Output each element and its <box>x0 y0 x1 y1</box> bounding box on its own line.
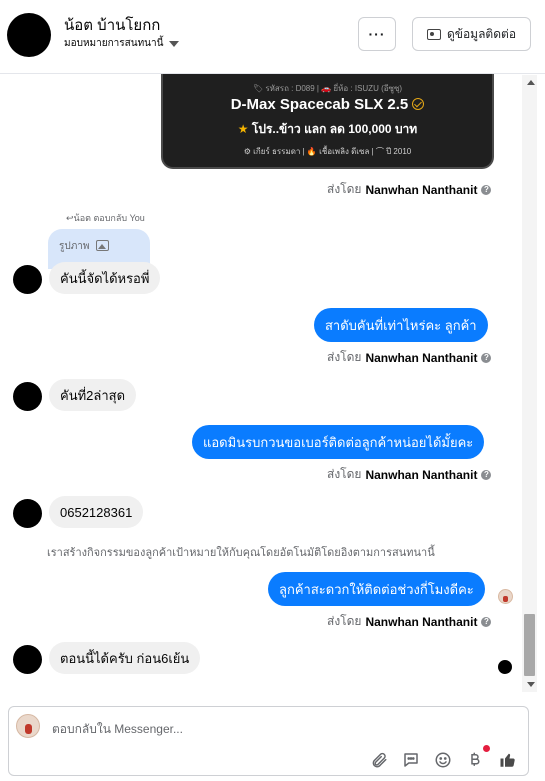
contact-avatar-small[interactable] <box>13 645 42 674</box>
sent-by-prefix: ส่งโดย <box>327 182 362 196</box>
reply-input[interactable]: ตอบกลับใน Messenger... <box>52 720 183 739</box>
sent-by-prefix: ส่งโดย <box>327 614 362 628</box>
info-icon[interactable]: ? <box>481 184 492 195</box>
conversation-header: น้อต บ้านโยกก มอบหมายการสนทนานี้ ··· ดูข… <box>0 0 545 74</box>
page-avatar <box>16 714 40 738</box>
incoming-message[interactable]: ตอนนี้ได้ครับ ก่อน6เย้น <box>49 642 201 674</box>
reply-label-text: น้อต ตอบกลับ You <box>73 213 145 223</box>
star-icon: ★ <box>237 122 249 136</box>
contact-avatar-small[interactable] <box>13 265 42 294</box>
contact-info-label: ดูข้อมูลติดต่อ <box>446 26 517 41</box>
car-specs: ⚙ เกียร์ ธรรมดา | 🔥 เชื้อเพลิง ดีเซล | ⌒… <box>243 147 412 156</box>
notification-dot <box>483 745 490 752</box>
emoji-icon[interactable] <box>433 750 453 770</box>
reply-arrow-icon: ↩ <box>66 213 74 223</box>
scrollbar-thumb[interactable] <box>524 614 535 676</box>
contact-avatar-small[interactable] <box>13 382 42 411</box>
more-label: ··· <box>368 26 386 42</box>
sent-by-line: ส่งโดย Nanwhan Nanthanit ? <box>327 465 492 484</box>
verified-check-icon <box>412 98 425 110</box>
incoming-message[interactable]: 0652128361 <box>49 496 144 528</box>
outgoing-message[interactable]: ลูกค้าสะดวกให้ติดต่อช่วงกี่โมงดีคะ <box>268 572 485 606</box>
seen-avatar <box>498 589 513 604</box>
contact-avatar-small[interactable] <box>13 499 42 528</box>
scroll-down-arrow-icon[interactable] <box>527 682 535 687</box>
contact-avatar[interactable] <box>7 13 51 57</box>
view-contact-info-button[interactable]: ดูข้อมูลติดต่อ <box>412 17 531 51</box>
contact-name[interactable]: น้อต บ้านโยกก <box>64 13 160 37</box>
attachment-icon[interactable] <box>369 750 389 770</box>
incoming-message[interactable]: คันที่2ล่าสุด <box>49 379 137 411</box>
like-thumbs-up-icon[interactable] <box>498 750 518 770</box>
contact-card-icon <box>426 28 441 40</box>
message-composer[interactable]: ตอบกลับใน Messenger... <box>8 706 529 776</box>
chat-scrollbar[interactable] <box>522 75 537 692</box>
system-activity-note: เราสร้างกิจกรรมของลูกค้าเป้าหมายให้กับคุ… <box>47 547 435 559</box>
sent-by-prefix: ส่งโดย <box>327 350 362 364</box>
assign-conversation-dropdown[interactable]: มอบหมายการสนทนานี้ <box>64 36 180 51</box>
image-icon <box>95 240 109 251</box>
payment-icon[interactable] <box>465 750 485 770</box>
sender-name: Nanwhan Nanthanit <box>365 350 478 365</box>
info-icon[interactable]: ? <box>481 469 492 480</box>
scroll-up-arrow-icon[interactable] <box>527 80 535 85</box>
sender-name: Nanwhan Nanthanit <box>365 614 478 629</box>
reply-label: ↩น้อต ตอบกลับ You <box>66 211 145 225</box>
info-icon[interactable]: ? <box>481 616 492 627</box>
sent-by-line: ส่งโดย Nanwhan Nanthanit ? <box>327 180 492 199</box>
sent-by-prefix: ส่งโดย <box>327 467 362 481</box>
outgoing-message[interactable]: สาดับคันที่เท่าไหร่คะ ลูกค้า <box>314 308 488 342</box>
car-listing-card[interactable]: 🏷 รหัสรถ : D089 | 🚗 ยี่ห้อ : ISUZU (อีซู… <box>161 74 494 169</box>
sender-name: Nanwhan Nanthanit <box>365 182 478 197</box>
saved-replies-icon[interactable] <box>401 750 421 770</box>
sent-by-line: ส่งโดย Nanwhan Nanthanit ? <box>327 612 492 631</box>
sent-by-line: ส่งโดย Nanwhan Nanthanit ? <box>327 348 492 367</box>
car-title: D-Max Spacecab SLX 2.5 <box>230 96 409 113</box>
car-promo: โปร..ข้าว แลก ลด 100,000 บาท <box>251 122 418 136</box>
car-promo-row: ★ โปร..ข้าว แลก ลด 100,000 บาท <box>163 120 492 139</box>
incoming-message[interactable]: คันนี้จัดได้หรอพี่ <box>49 262 161 294</box>
assign-label: มอบหมายการสนทนานี้ <box>64 38 164 49</box>
read-receipt-avatar <box>498 660 512 674</box>
outgoing-message[interactable]: แอดมินรบกวนขอเบอร์ติดต่อลูกค้าหน่อยได้มั… <box>192 425 485 459</box>
car-meta: 🏷 รหัสรถ : D089 | 🚗 ยี่ห้อ : ISUZU (อีซู… <box>252 84 403 93</box>
info-icon[interactable]: ? <box>481 352 492 363</box>
more-options-button[interactable]: ··· <box>358 17 396 51</box>
sender-name: Nanwhan Nanthanit <box>365 467 478 482</box>
car-title-row: D-Max Spacecab SLX 2.5 <box>163 96 492 113</box>
replied-preview-text: รูปภาพ <box>59 241 90 252</box>
caret-down-icon <box>169 40 180 47</box>
